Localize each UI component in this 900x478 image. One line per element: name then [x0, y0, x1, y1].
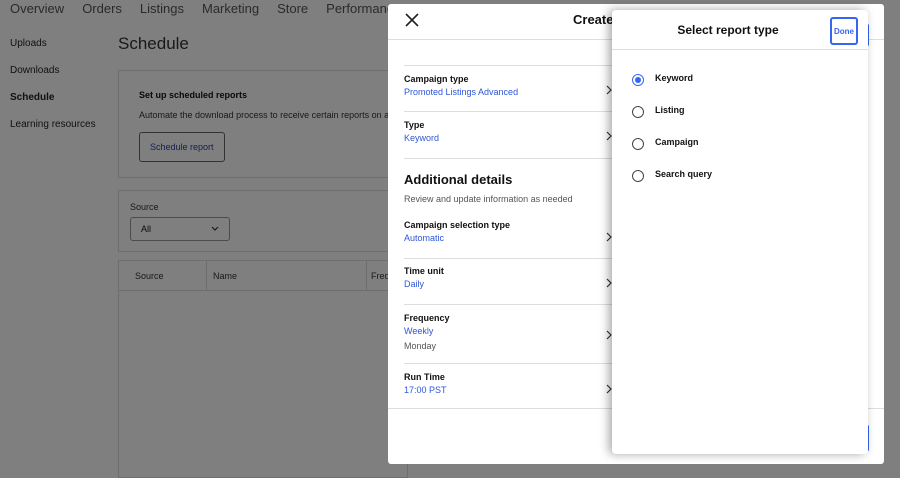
additional-details-description: Review and update information as needed: [404, 194, 573, 204]
radio-search-query[interactable]: [632, 170, 644, 182]
campaign-selection-type-row[interactable]: Campaign selection type Automatic: [404, 220, 616, 259]
campaign-selection-type-value: Automatic: [404, 233, 445, 243]
option-keyword[interactable]: Keyword: [612, 65, 868, 97]
frequency-row[interactable]: Frequency Weekly Monday: [404, 313, 616, 364]
report-type-panel: Select report type Done Keyword Listing …: [612, 10, 868, 454]
type-row[interactable]: Type Keyword: [404, 120, 616, 159]
dialog-title: Create: [573, 12, 614, 27]
truncated-row: [404, 40, 616, 66]
option-listing[interactable]: Listing: [612, 97, 868, 129]
run-time-label: Run Time: [404, 372, 445, 382]
additional-details-title: Additional details: [404, 172, 513, 187]
type-label: Type: [404, 120, 425, 130]
option-label-search-query: Search query: [655, 169, 713, 179]
campaign-type-label: Campaign type: [404, 74, 469, 84]
frequency-label: Frequency: [404, 313, 450, 323]
run-time-row[interactable]: Run Time 17:00 PST: [404, 372, 616, 408]
option-label-listing: Listing: [655, 105, 685, 115]
done-button[interactable]: Done: [830, 17, 858, 45]
report-type-options: Keyword Listing Campaign Search query: [612, 65, 868, 193]
panel-header: Select report type Done: [612, 10, 868, 50]
time-unit-value: Daily: [404, 279, 425, 289]
option-campaign[interactable]: Campaign: [612, 129, 868, 161]
run-time-value: 17:00 PST: [404, 385, 447, 395]
close-icon[interactable]: [404, 12, 420, 28]
option-label-campaign: Campaign: [655, 137, 699, 147]
campaign-selection-type-label: Campaign selection type: [404, 220, 511, 230]
frequency-day: Monday: [404, 341, 437, 351]
radio-listing[interactable]: [632, 106, 644, 118]
radio-keyword[interactable]: [632, 74, 644, 86]
radio-campaign[interactable]: [632, 138, 644, 150]
campaign-type-value: Promoted Listings Advanced: [404, 87, 519, 97]
campaign-type-row[interactable]: Campaign type Promoted Listings Advanced: [404, 74, 616, 112]
option-search-query[interactable]: Search query: [612, 161, 868, 193]
type-value: Keyword: [404, 133, 440, 143]
frequency-value: Weekly: [404, 326, 434, 336]
option-label-keyword: Keyword: [655, 73, 694, 83]
time-unit-label: Time unit: [404, 266, 444, 276]
time-unit-row[interactable]: Time unit Daily: [404, 266, 616, 305]
panel-title: Select report type: [677, 23, 779, 37]
